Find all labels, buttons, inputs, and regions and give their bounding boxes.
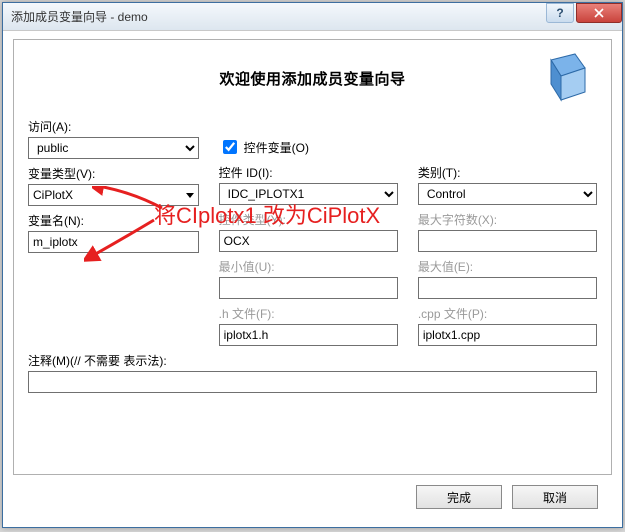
category-select[interactable]: Control — [418, 183, 597, 205]
banner: 欢迎使用添加成员变量向导 — [28, 50, 597, 106]
vartype-combo[interactable]: CiPlotX — [28, 184, 199, 206]
col-left: 访问(A): public 变量类型(V): CiPlotX 变量名(N): — [28, 112, 199, 346]
minvalue-input — [219, 277, 398, 299]
comment-row: 注释(M)(// 不需要 表示法): — [28, 352, 597, 393]
cppfile-label: .cpp 文件(P): — [418, 305, 597, 322]
controlvar-label: 控件变量(O) — [244, 139, 309, 156]
form-columns: 访问(A): public 变量类型(V): CiPlotX 变量名(N): — [28, 112, 597, 346]
controlvar-row: 控件变量(O) — [219, 136, 398, 158]
titlebar: 添加成员变量向导 - demo ? — [3, 3, 622, 31]
vartype-label: 变量类型(V): — [28, 165, 199, 182]
vartype-value: CiPlotX — [33, 188, 73, 202]
controlid-label: 控件 ID(I): — [219, 164, 398, 181]
chevron-down-icon — [186, 193, 194, 198]
help-button[interactable]: ? — [546, 3, 574, 23]
access-select[interactable]: public — [28, 137, 199, 159]
banner-title: 欢迎使用添加成员变量向导 — [219, 68, 405, 89]
cppfile-field — [418, 324, 597, 346]
controltype-field — [219, 230, 398, 252]
cancel-button[interactable]: 取消 — [512, 485, 598, 509]
maxvalue-label: 最大值(E): — [418, 258, 597, 275]
comment-label: 注释(M)(// 不需要 表示法): — [28, 352, 597, 369]
close-button[interactable] — [576, 3, 622, 23]
window-title: 添加成员变量向导 - demo — [11, 8, 148, 25]
access-label: 访问(A): — [28, 118, 199, 135]
maxvalue-input — [418, 277, 597, 299]
category-label: 类别(T): — [418, 164, 597, 181]
close-icon — [594, 8, 604, 18]
controlid-select[interactable]: IDC_IPLOTX1 — [219, 183, 398, 205]
minvalue-label: 最小值(U): — [219, 258, 398, 275]
titlebar-buttons: ? — [546, 3, 622, 23]
finish-button[interactable]: 完成 — [416, 485, 502, 509]
hfile-field — [219, 324, 398, 346]
varname-input[interactable] — [28, 231, 199, 253]
col-right: 类别(T): Control 最大字符数(X): 最大值(E): .cpp 文件… — [418, 112, 597, 346]
hfile-label: .h 文件(F): — [219, 305, 398, 322]
maxchars-label: 最大字符数(X): — [418, 211, 597, 228]
button-bar: 完成 取消 — [13, 475, 612, 519]
comment-input[interactable] — [28, 371, 597, 393]
inner-panel: 欢迎使用添加成员变量向导 访问(A): public 变量类型(V): Ci — [13, 39, 612, 475]
maxchars-input — [418, 230, 597, 252]
controltype-label: 控件类型(Y): — [219, 211, 398, 228]
dialog-window: 添加成员变量向导 - demo ? 欢迎使用添加成员变量向导 访问(A): — [2, 2, 623, 528]
content: 欢迎使用添加成员变量向导 访问(A): public 变量类型(V): Ci — [3, 31, 622, 527]
col-mid: 控件变量(O) 控件 ID(I): IDC_IPLOTX1 控件类型(Y): 最… — [219, 112, 398, 346]
varname-label: 变量名(N): — [28, 212, 199, 229]
cube-icon — [531, 50, 593, 106]
controlvar-checkbox[interactable] — [223, 140, 237, 154]
